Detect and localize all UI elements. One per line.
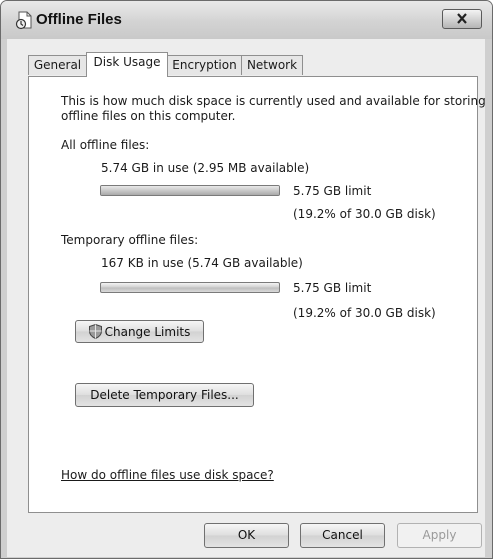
all-offline-files-heading: All offline files: (61, 138, 150, 152)
intro-text-line-1: This is how much disk space is currently… (61, 94, 486, 108)
offline-files-icon (15, 11, 32, 30)
disk-usage-panel: This is how much disk space is currently… (28, 76, 486, 513)
close-icon (457, 13, 467, 24)
all-offline-usage-bar (100, 185, 280, 196)
change-limits-label: Change Limits (104, 325, 191, 339)
tab-general[interactable]: General (28, 55, 87, 75)
delete-temporary-files-button[interactable]: Delete Temporary Files... (75, 383, 254, 407)
temporary-usage-text: 167 KB in use (5.74 GB available) (101, 256, 303, 270)
all-offline-usage-bar-fill (101, 186, 279, 195)
temporary-limit-detail: (19.2% of 30.0 GB disk) (293, 306, 436, 320)
offline-files-dialog: Offline Files General Disk Usage Encrypt… (0, 0, 493, 559)
tab-disk-usage[interactable]: Disk Usage (86, 52, 168, 77)
uac-shield-icon (88, 324, 102, 339)
close-button[interactable] (442, 9, 482, 29)
temporary-files-heading: Temporary offline files: (61, 233, 199, 247)
tab-network[interactable]: Network (241, 55, 303, 75)
apply-button[interactable]: Apply (397, 523, 482, 548)
change-limits-button[interactable]: Change Limits (75, 320, 204, 343)
all-offline-limit-detail: (19.2% of 30.0 GB disk) (293, 207, 436, 221)
title-bar[interactable]: Offline Files (1, 1, 492, 39)
temporary-usage-bar (100, 282, 280, 293)
disk-space-help-link[interactable]: How do offline files use disk space? (61, 468, 274, 482)
cancel-button[interactable]: Cancel (300, 523, 385, 548)
temporary-limit: 5.75 GB limit (293, 281, 372, 295)
ok-button[interactable]: OK (204, 523, 289, 548)
intro-text-line-2: offline files on this computer. (61, 109, 236, 123)
all-offline-usage-text: 5.74 GB in use (2.95 MB available) (101, 161, 310, 175)
dialog-body: General Disk Usage Encryption Network Th… (7, 39, 486, 557)
window-title: Offline Files (36, 11, 122, 28)
all-offline-limit: 5.75 GB limit (293, 184, 372, 198)
tab-encryption[interactable]: Encryption (167, 55, 242, 75)
